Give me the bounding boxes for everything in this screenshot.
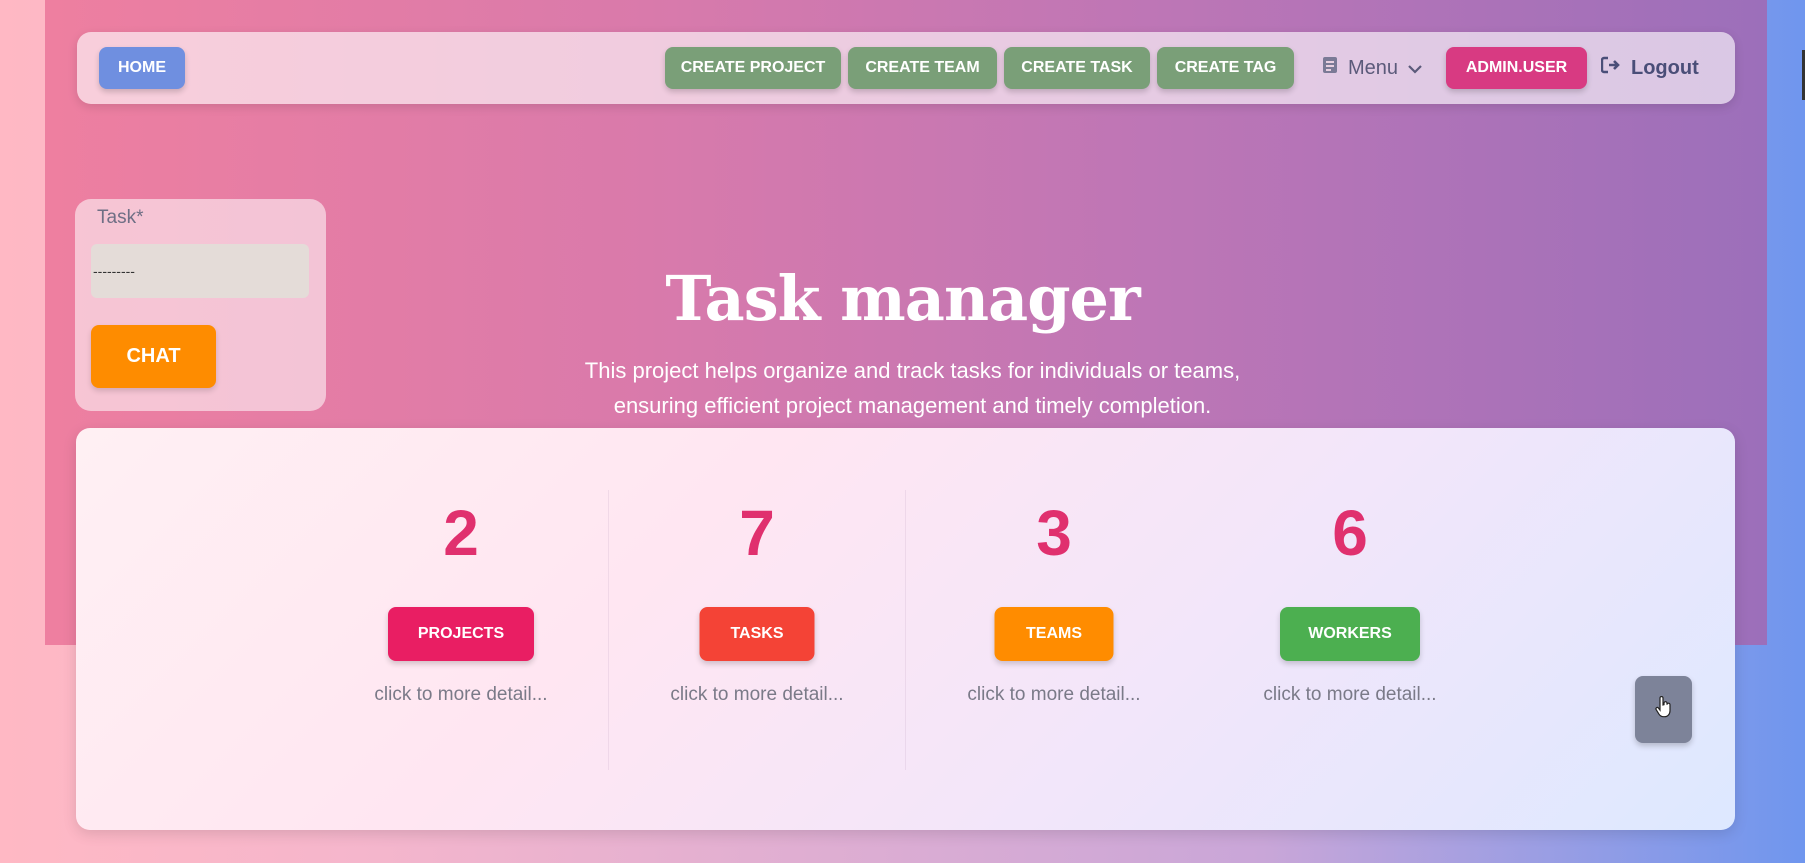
stat-detail-link[interactable]: click to more detail...	[609, 684, 905, 706]
page-subtitle: This project helps organize and track ta…	[570, 353, 1255, 423]
stat-projects: 2 PROJECTS click to more detail...	[313, 428, 609, 830]
home-button[interactable]: HOME	[99, 47, 185, 89]
stat-detail-link[interactable]: click to more detail...	[1202, 684, 1498, 706]
navbar: HOME CREATE PROJECT CREATE TEAM CREATE T…	[77, 32, 1735, 104]
stat-tasks: 7 TASKS click to more detail...	[609, 428, 905, 830]
create-team-button[interactable]: CREATE TEAM	[848, 47, 997, 89]
sign-out-icon	[1600, 56, 1621, 80]
task-label: Task*	[97, 207, 144, 228]
floating-action-button[interactable]	[1635, 676, 1692, 743]
stat-workers: 6 WORKERS click to more detail...	[1202, 428, 1498, 830]
logout-label: Logout	[1631, 56, 1699, 79]
projects-button[interactable]: PROJECTS	[388, 607, 534, 661]
create-tag-button[interactable]: CREATE TAG	[1157, 47, 1294, 89]
logout-button[interactable]: Logout	[1600, 47, 1699, 89]
workers-button[interactable]: WORKERS	[1280, 607, 1420, 661]
subtitle-line-1: This project helps organize and track ta…	[584, 358, 1241, 383]
stat-value: 7	[739, 497, 775, 569]
stat-detail-link[interactable]: click to more detail...	[906, 684, 1202, 706]
subtitle-line-2: ensuring efficient project management an…	[613, 393, 1212, 418]
create-project-button[interactable]: CREATE PROJECT	[665, 47, 841, 89]
page-title: Task manager	[665, 262, 1140, 335]
stats-card: 2 PROJECTS click to more detail... 7 TAS…	[76, 428, 1735, 830]
stat-detail-link[interactable]: click to more detail...	[313, 684, 609, 706]
hand-pointer-icon	[1654, 695, 1673, 723]
stat-value: 6	[1332, 497, 1368, 569]
stat-value: 3	[1036, 497, 1072, 569]
tasks-button[interactable]: TASKS	[699, 607, 815, 661]
document-icon	[1322, 56, 1338, 80]
stat-teams: 3 TEAMS click to more detail...	[906, 428, 1202, 830]
stat-value: 2	[443, 497, 479, 569]
user-button[interactable]: ADMIN.USER	[1446, 47, 1587, 89]
create-task-button[interactable]: CREATE TASK	[1004, 47, 1150, 89]
menu-label: Menu	[1348, 56, 1399, 79]
chevron-down-icon	[1408, 57, 1422, 80]
menu-dropdown[interactable]: Menu	[1322, 47, 1422, 89]
teams-button[interactable]: TEAMS	[994, 607, 1114, 661]
